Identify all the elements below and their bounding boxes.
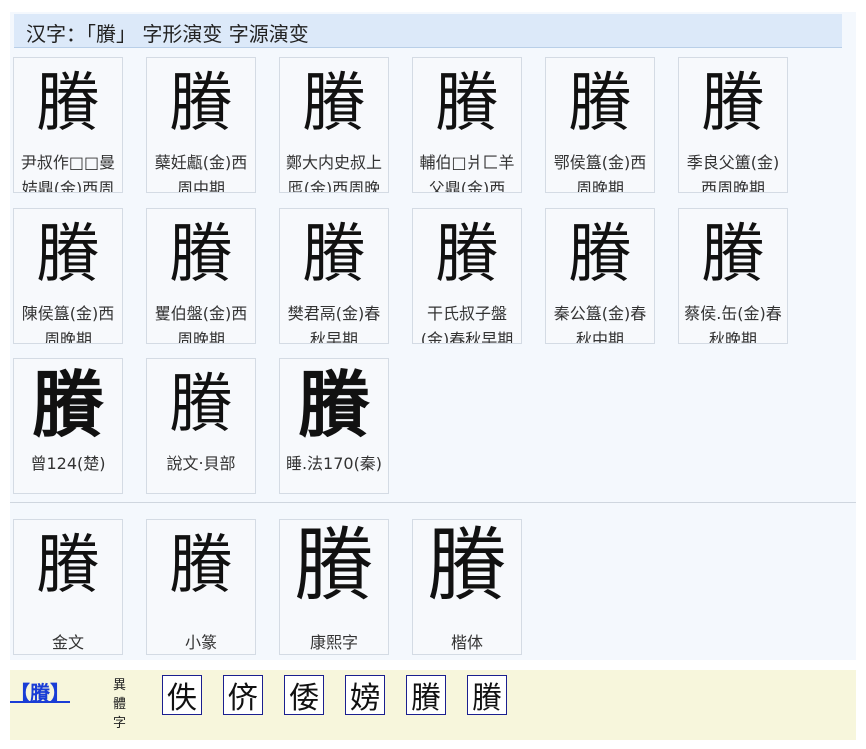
glyph-card[interactable]: 賸 陳侯簋(金)西周晚期 [13,208,123,344]
glyph-card[interactable]: 賸 輔伯□爿匚羊父鼎(金)西 [412,57,522,193]
glyph-card[interactable]: 賸 曾124(楚) [13,358,123,494]
glyph-card[interactable]: 賸 說文‧貝部 [146,358,256,494]
glyph-card[interactable]: 賸 秦公簋(金)春秋中期 [545,208,655,344]
variant-char-box[interactable]: 賸 [406,675,446,716]
glyph-card[interactable]: 賸 蘖妊甗(金)西周中期 [146,57,256,193]
glyph-image: 賸 [302,218,366,292]
glyph-caption: 睡.法170(秦) [285,454,383,473]
variant-char-box[interactable]: 賸 [467,675,507,716]
form-card-kaiti[interactable]: 賸 楷体 [412,519,522,655]
page-title: 汉字：「賸」 字形演变 字源演变 [14,14,842,48]
glyph-image: 賸 [568,218,632,292]
glyph-card[interactable]: 賸 尹叔作□□曼姞鼎(金)西周 [13,57,123,193]
glyph-card[interactable]: 賸 鄂侯簋(金)西周晚期 [545,57,655,193]
glyph-image: 賸 [31,362,104,447]
character-link[interactable]: 【賸】 [10,677,70,706]
glyph-image: 賸 [427,519,507,612]
glyph-caption: 矍伯盤(金)西周晚期 [154,304,248,344]
glyph-image: 賸 [701,67,765,141]
glyph-card[interactable]: 賸 干氏叔子盤(金)春秋早期 [412,208,522,344]
variant-char-box[interactable]: 佚 [162,675,202,716]
glyph-image: 賸 [36,218,100,292]
glyph-image: 賸 [701,218,765,292]
variant-label: 異體字 [113,678,127,731]
glyph-caption: 蘖妊甗(金)西周中期 [154,153,248,193]
glyph-image: 賸 [169,67,233,141]
form-card-seal[interactable]: 賸 小篆 [146,519,256,655]
glyph-image: 賸 [169,368,233,442]
variant-char-box[interactable]: 嫎 [345,675,385,716]
glyph-card[interactable]: 賸 矍伯盤(金)西周晚期 [146,208,256,344]
glyph-caption: 鄭大内史叔上匜(金)西周晚 [285,153,382,193]
glyph-caption: 金文 [51,633,84,652]
glyph-image: 賸 [435,67,499,141]
glyph-caption: 小篆 [184,633,217,652]
glyph-image: 賸 [297,362,370,447]
glyph-caption: 干氏叔子盤(金)春秋早期 [420,304,514,344]
glyph-image: 賸 [568,67,632,141]
glyph-image: 賸 [36,67,100,141]
glyph-caption: 康熙字 [309,633,358,652]
glyph-card[interactable]: 賸 蔡侯.缶(金)春秋晚期 [678,208,788,344]
glyph-image: 賸 [36,529,100,603]
glyph-caption: 尹叔作□□曼姞鼎(金)西周 [20,153,116,193]
form-card-bronze[interactable]: 賸 金文 [13,519,123,655]
glyph-caption: 輔伯□爿匚羊父鼎(金)西 [419,153,515,193]
glyph-caption: 秦公簋(金)春秋中期 [553,304,647,344]
glyph-card[interactable]: 賸 季良父簠(金)西周晚期 [678,57,788,193]
glyph-card[interactable]: 賸 樊君鬲(金)春秋早期 [279,208,389,344]
glyph-card[interactable]: 賸 睡.法170(秦) [279,358,389,494]
glyph-caption: 樊君鬲(金)春秋早期 [287,304,381,344]
glyph-caption: 楷体 [450,633,483,652]
glyph-card[interactable]: 賸 鄭大内史叔上匜(金)西周晚 [279,57,389,193]
glyph-image: 賸 [169,529,233,603]
glyph-caption: 說文‧貝部 [166,454,236,473]
glyph-caption: 鄂侯簋(金)西周晚期 [553,153,647,193]
glyph-image: 賸 [302,67,366,141]
glyph-image: 賸 [435,218,499,292]
glyph-caption: 曾124(楚) [30,454,106,473]
glyph-image: 賸 [294,519,374,612]
variant-char-box[interactable]: 侪 [223,675,263,716]
glyph-caption: 陳侯簋(金)西周晚期 [21,304,115,344]
form-card-kangxi[interactable]: 賸 康熙字 [279,519,389,655]
glyph-caption: 季良父簠(金)西周晚期 [686,153,780,193]
glyph-image: 賸 [169,218,233,292]
section-divider [10,502,856,503]
glyph-caption: 蔡侯.缶(金)春秋晚期 [684,304,782,344]
variant-char-box[interactable]: 倭 [284,675,324,716]
